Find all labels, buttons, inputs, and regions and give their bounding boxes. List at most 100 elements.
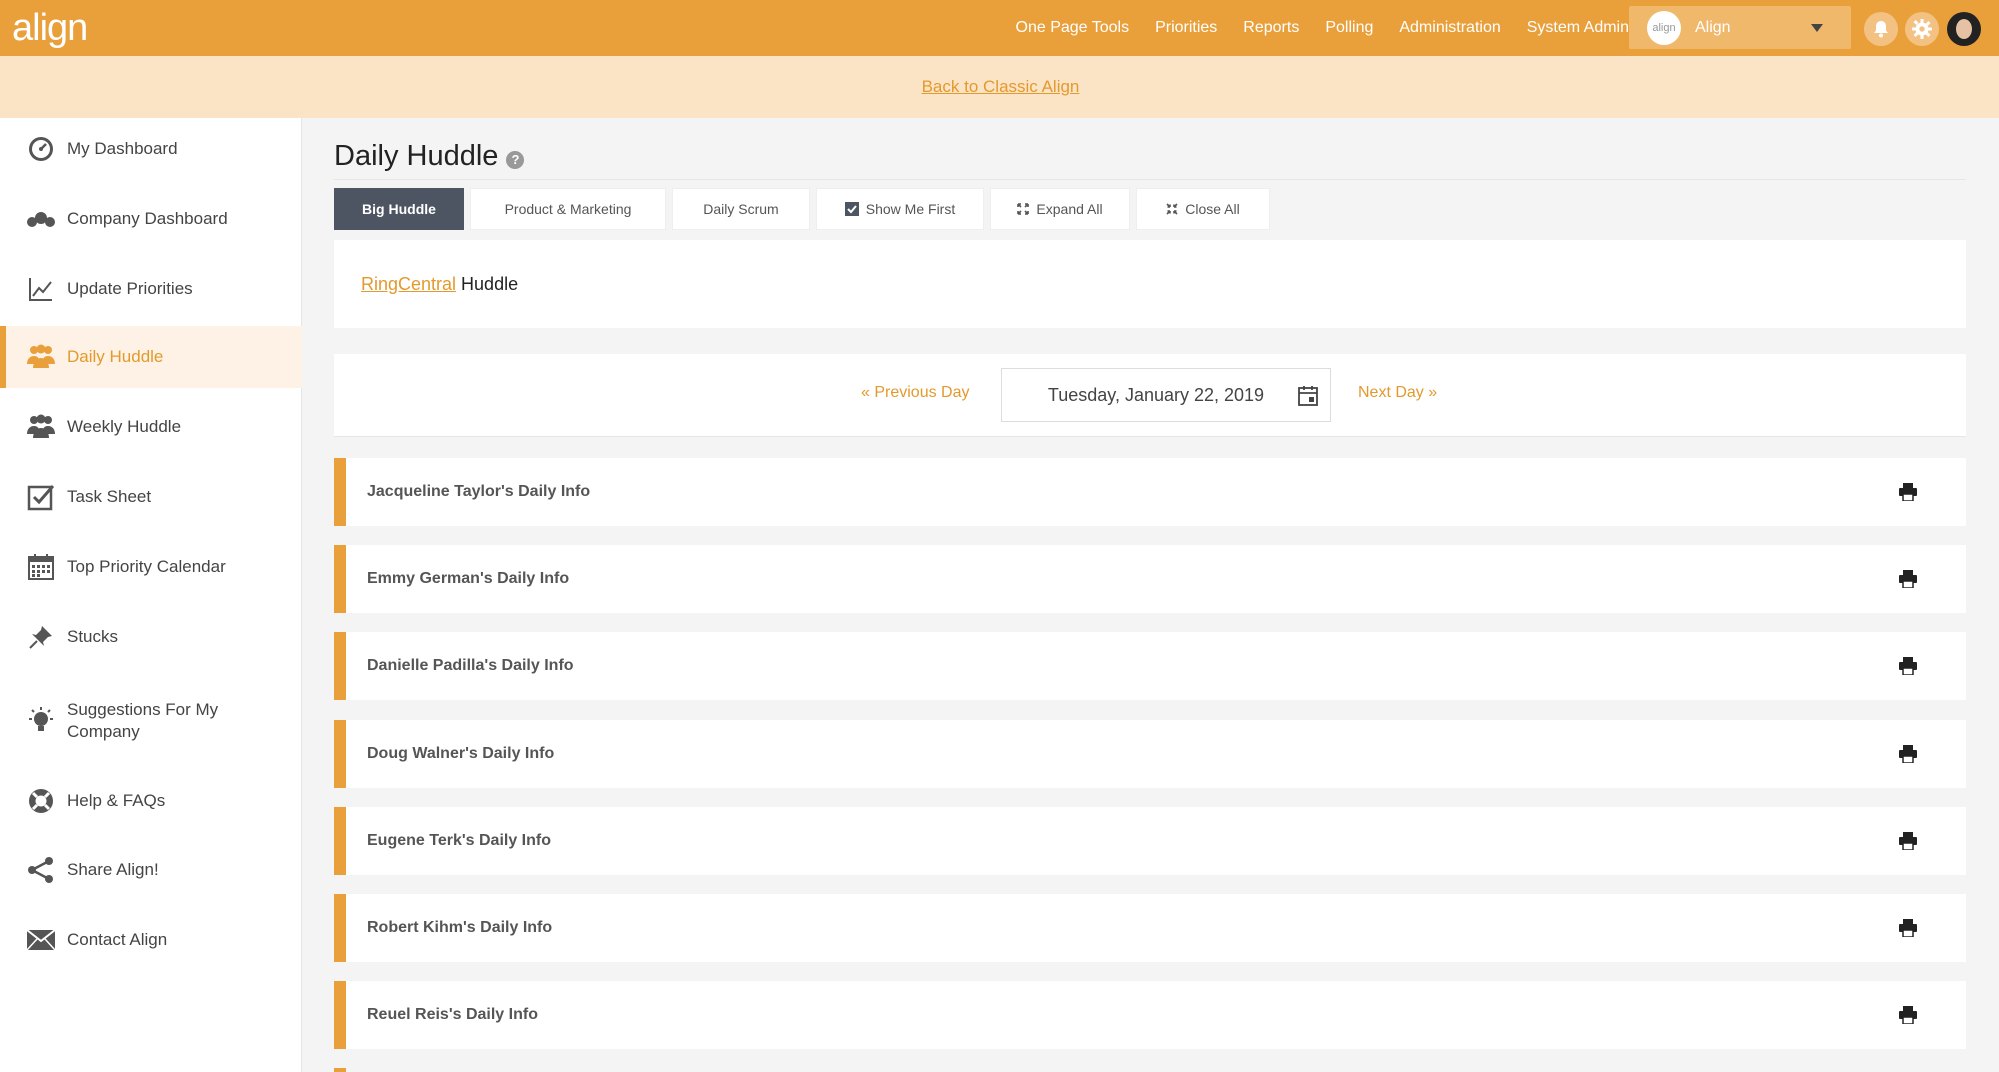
sidebar-item-label: Weekly Huddle	[67, 417, 182, 436]
chevron-down-icon	[1811, 23, 1823, 32]
daily-info-label: Eugene Terk's Daily Info	[367, 832, 551, 849]
daily-info-row[interactable]: Eugene Terk's Daily Info	[334, 807, 1966, 875]
nav-system-admin[interactable]: System Admin	[1527, 19, 1629, 37]
settings-button[interactable]	[1905, 12, 1939, 46]
sidebar-item-label: Update Priorities	[67, 279, 193, 298]
organization-name: Align	[1695, 18, 1731, 36]
date-navigation: « Previous Day Tuesday, January 22, 2019…	[334, 354, 1966, 437]
checkbox-icon	[26, 482, 56, 512]
daily-info-row[interactable]: Doug Walner's Daily Info	[334, 720, 1966, 788]
nav-polling[interactable]: Polling	[1325, 19, 1373, 37]
page-title: Daily Huddle ?	[334, 140, 525, 173]
tab-big-huddle[interactable]: Big Huddle	[334, 188, 464, 230]
lightbulb-icon	[26, 706, 56, 736]
daily-info-label: Danielle Padilla's Daily Info	[367, 657, 574, 674]
sidebar-item-label: Share Align!	[67, 860, 159, 879]
sidebar-item-my-dashboard[interactable]: My Dashboard	[0, 118, 302, 180]
print-icon[interactable]	[1894, 1001, 1922, 1029]
sidebar-item-label: Contact Align	[67, 930, 168, 949]
notifications-button[interactable]	[1864, 12, 1898, 46]
title-divider	[334, 179, 1966, 180]
close-all-button[interactable]: Close All	[1136, 188, 1270, 230]
back-to-classic-link[interactable]: Back to Classic Align	[922, 77, 1080, 97]
organization-select[interactable]: align Align	[1629, 6, 1851, 49]
close-all-label: Close All	[1185, 201, 1240, 217]
huddle-tabs: Big Huddle Product & Marketing Daily Scr…	[334, 188, 1270, 230]
sidebar-item-daily-huddle[interactable]: Daily Huddle	[0, 326, 302, 388]
next-row-edge	[334, 1068, 346, 1072]
sidebar-item-stucks[interactable]: Stucks	[0, 606, 302, 668]
top-nav-menu: One Page Tools Priorities Reports Pollin…	[1016, 0, 1630, 56]
sidebar-item-label: Help & FAQs	[67, 791, 166, 810]
sidebar-item-label: Suggestions For My Company	[67, 700, 219, 741]
date-picker-field[interactable]: Tuesday, January 22, 2019	[1001, 368, 1331, 422]
sidebar-item-label: Top Priority Calendar	[67, 557, 226, 576]
pushpin-icon	[26, 622, 56, 652]
sidebar-item-suggestions[interactable]: Suggestions For My Company	[0, 684, 302, 758]
tab-label: Big Huddle	[362, 201, 436, 217]
line-chart-icon	[26, 274, 56, 304]
sidebar-item-top-priority-calendar[interactable]: Top Priority Calendar	[0, 536, 302, 598]
organization-logo: align	[1647, 10, 1681, 45]
sidebar-item-company-dashboard[interactable]: Company Dashboard	[0, 188, 302, 250]
tab-product-marketing[interactable]: Product & Marketing	[470, 188, 666, 230]
checkbox-checked-icon	[844, 202, 859, 216]
company-dashboard-icon	[26, 204, 56, 234]
date-value: Tuesday, January 22, 2019	[1047, 384, 1265, 405]
daily-info-label: Emmy German's Daily Info	[367, 570, 570, 587]
company-huddle-link[interactable]: RingCentral	[361, 274, 456, 295]
print-icon[interactable]	[1894, 478, 1922, 506]
print-icon[interactable]	[1894, 740, 1922, 768]
sidebar-item-label: Task Sheet	[67, 487, 152, 506]
gear-icon	[1912, 19, 1932, 39]
nav-administration[interactable]: Administration	[1399, 19, 1500, 37]
huddle-name-card: RingCentral Huddle	[334, 240, 1966, 328]
sidebar-item-share-align[interactable]: Share Align!	[0, 839, 302, 901]
tab-label: Daily Scrum	[703, 201, 779, 217]
daily-info-row[interactable]: Danielle Padilla's Daily Info	[334, 632, 1966, 700]
sidebar-item-contact-align[interactable]: Contact Align	[0, 909, 302, 971]
lifebuoy-icon	[26, 786, 56, 816]
huddle-suffix: Huddle	[461, 273, 519, 294]
sidebar-item-label: Stucks	[67, 627, 119, 646]
print-icon[interactable]	[1894, 565, 1922, 593]
nav-one-page-tools[interactable]: One Page Tools	[1016, 19, 1130, 37]
daily-info-label: Jacqueline Taylor's Daily Info	[367, 483, 591, 500]
dashboard-gauge-icon	[26, 134, 56, 164]
sidebar-item-weekly-huddle[interactable]: Weekly Huddle	[0, 396, 302, 458]
tab-daily-scrum[interactable]: Daily Scrum	[672, 188, 810, 230]
daily-info-label: Doug Walner's Daily Info	[367, 745, 555, 762]
sidebar-item-task-sheet[interactable]: Task Sheet	[0, 466, 302, 528]
daily-info-row[interactable]: Emmy German's Daily Info	[334, 545, 1966, 613]
classic-banner: Back to Classic Align	[0, 56, 1999, 118]
daily-info-row[interactable]: Robert Kihm's Daily Info	[334, 894, 1966, 962]
group-icon	[26, 342, 56, 372]
expand-icon	[1017, 203, 1030, 215]
daily-info-row[interactable]: Jacqueline Taylor's Daily Info	[334, 458, 1966, 526]
top-navigation-bar: align One Page Tools Priorities Reports …	[0, 0, 1999, 56]
print-icon[interactable]	[1894, 652, 1922, 680]
help-question-icon[interactable]: ?	[506, 150, 525, 169]
daily-info-row[interactable]: Reuel Reis's Daily Info	[334, 981, 1966, 1049]
calendar-icon	[26, 552, 56, 582]
expand-all-button[interactable]: Expand All	[990, 188, 1130, 230]
show-me-first-toggle[interactable]: Show Me First	[816, 188, 984, 230]
nav-priorities[interactable]: Priorities	[1155, 19, 1217, 37]
sidebar-item-help-faqs[interactable]: Help & FAQs	[0, 770, 302, 832]
page-title-text: Daily Huddle	[334, 140, 499, 172]
sidebar-item-update-priorities[interactable]: Update Priorities	[0, 258, 302, 320]
print-icon[interactable]	[1894, 827, 1922, 855]
user-avatar[interactable]	[1947, 12, 1981, 46]
align-logo[interactable]: align	[12, 6, 88, 50]
next-day-link[interactable]: Next Day »	[1358, 384, 1437, 402]
daily-info-label: Robert Kihm's Daily Info	[367, 919, 553, 936]
previous-day-link[interactable]: « Previous Day	[861, 384, 970, 402]
calendar-icon[interactable]	[1296, 384, 1320, 408]
collapse-icon	[1166, 203, 1178, 215]
weekly-group-icon	[26, 412, 56, 442]
print-icon[interactable]	[1894, 914, 1922, 942]
daily-info-label: Reuel Reis's Daily Info	[367, 1006, 538, 1023]
sidebar: My Dashboard Company Dashboard Update Pr…	[0, 118, 302, 1072]
envelope-icon	[26, 925, 56, 955]
nav-reports[interactable]: Reports	[1243, 19, 1299, 37]
